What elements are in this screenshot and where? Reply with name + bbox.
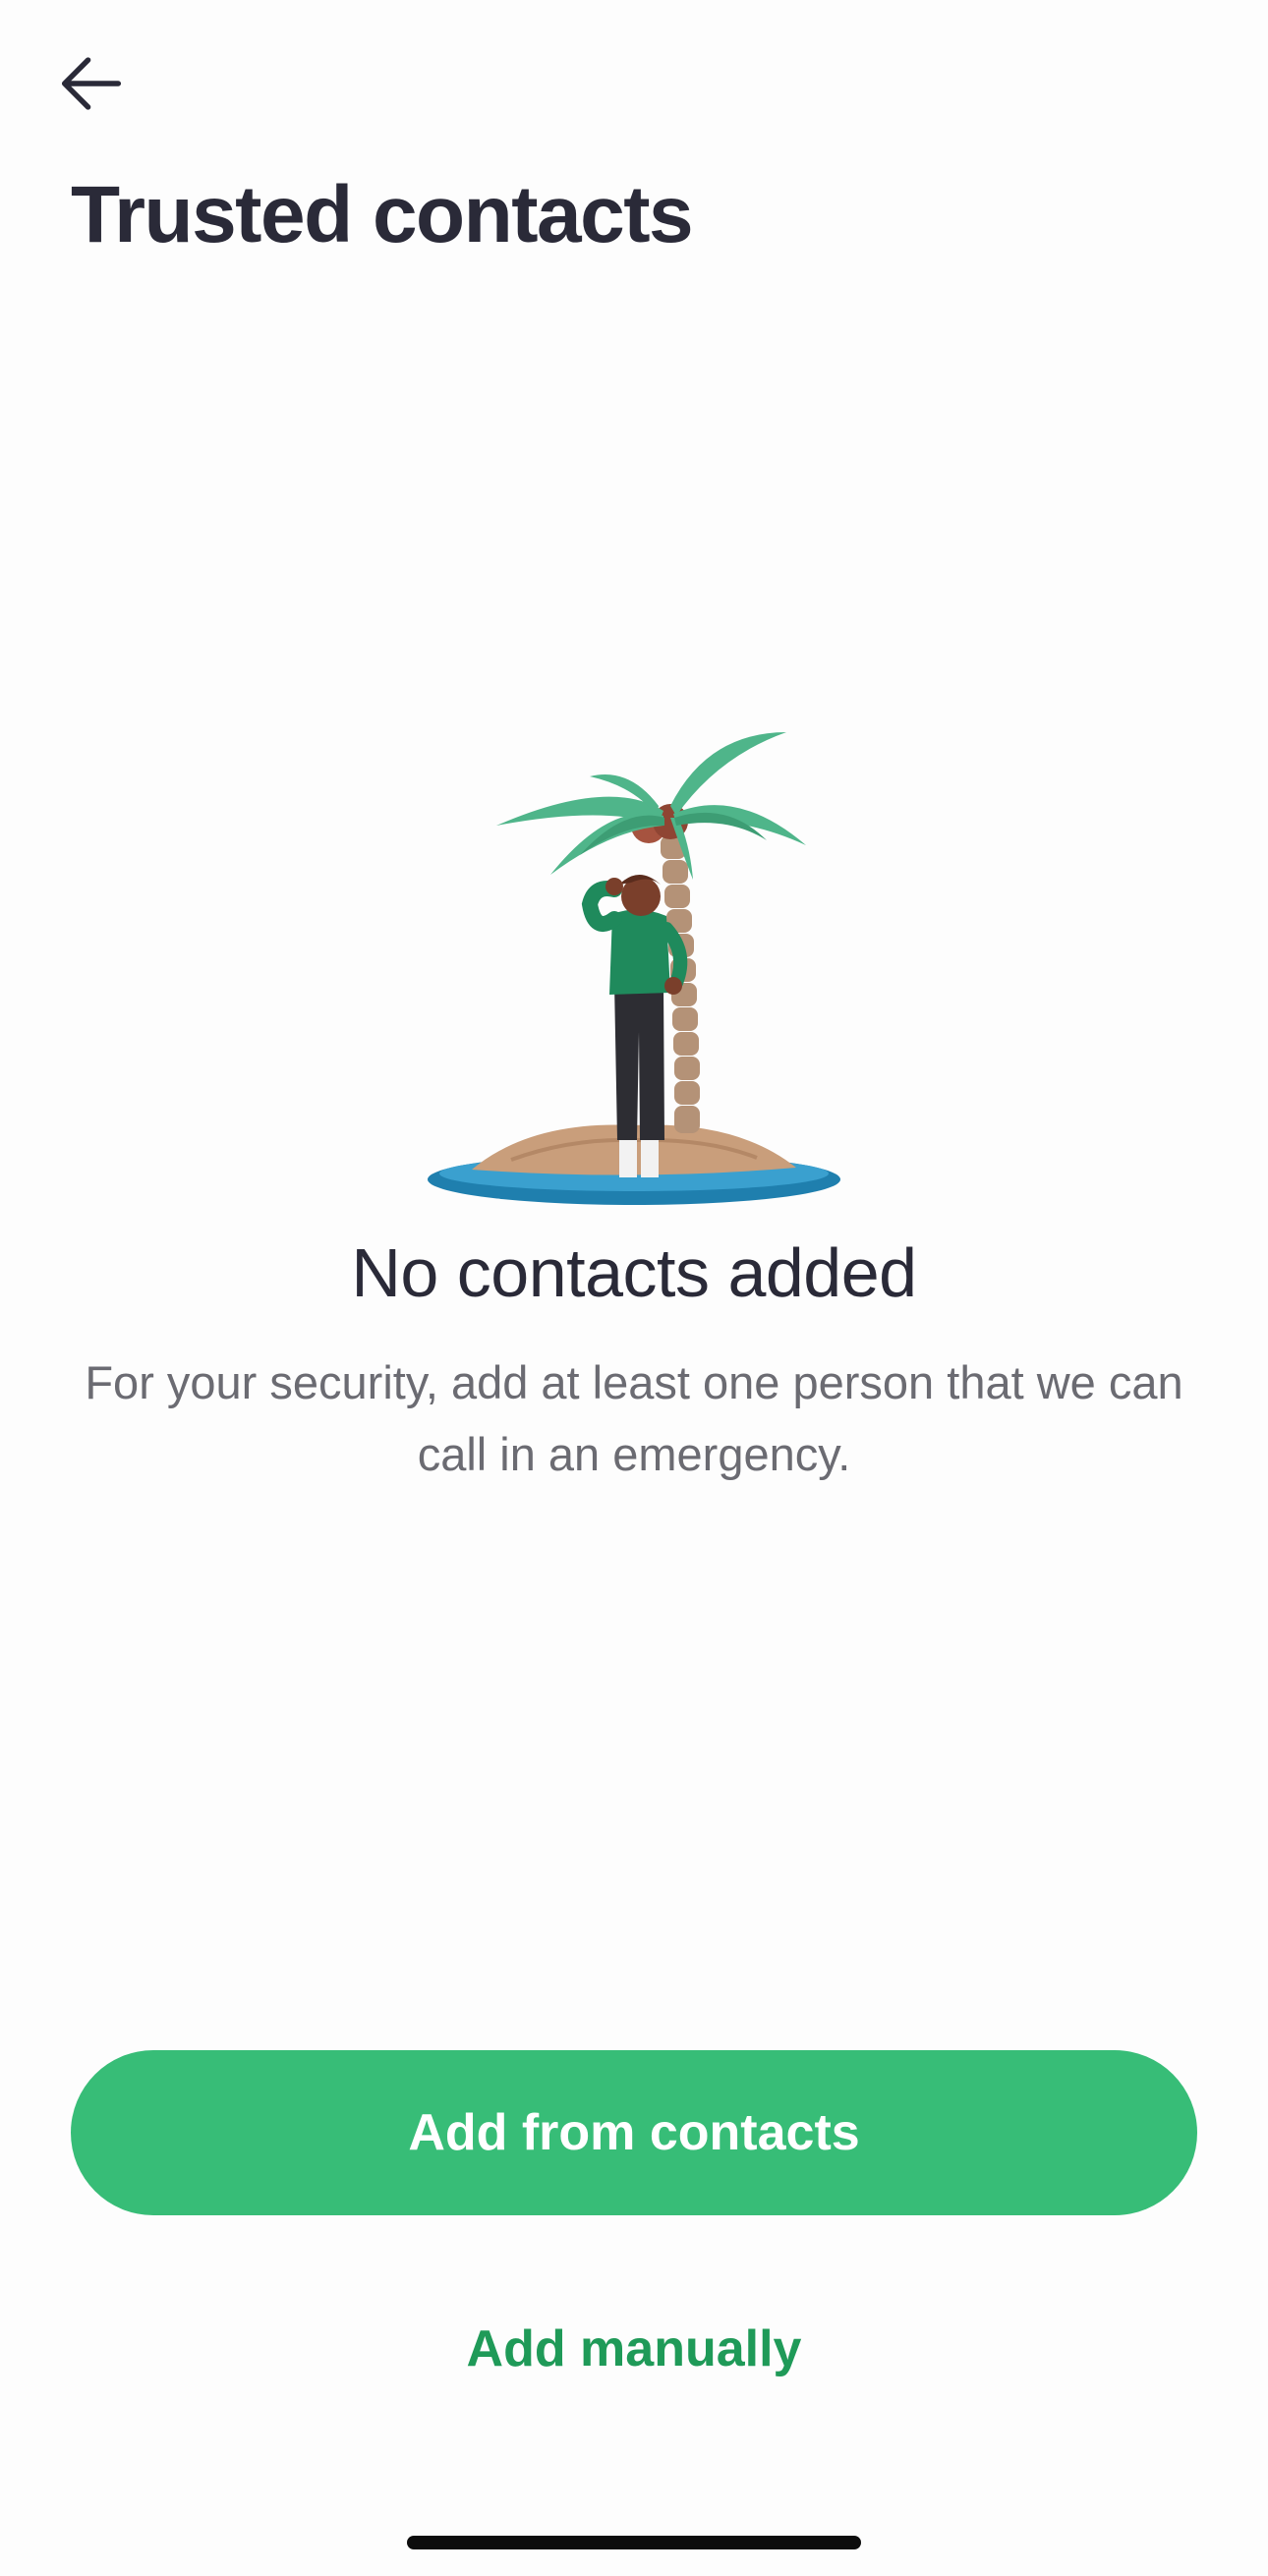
empty-state-title: No contacts added	[351, 1234, 917, 1311]
home-indicator	[407, 2536, 861, 2549]
add-from-contacts-button[interactable]: Add from contacts	[71, 2050, 1197, 2215]
empty-state-description: For your security, add at least one pers…	[85, 1356, 1183, 1480]
page-title: Trusted contacts	[71, 170, 694, 259]
palm-tree-island-illustration	[428, 732, 840, 1205]
back-button[interactable]	[51, 39, 159, 128]
add-manually-button[interactable]: Add manually	[339, 2300, 929, 2398]
arrow-left-icon	[61, 57, 122, 110]
